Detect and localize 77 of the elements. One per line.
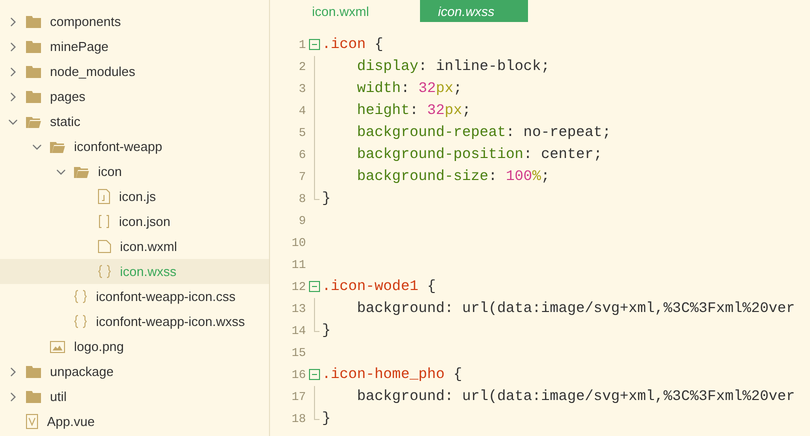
chevron-down-icon[interactable] — [8, 116, 18, 126]
line-number: 14 — [290, 324, 306, 338]
tree-item[interactable]: pages — [0, 84, 269, 109]
chevron-right-icon[interactable] — [8, 66, 18, 76]
fold-icon[interactable] — [309, 369, 320, 380]
tree-item[interactable]: unpackage — [0, 359, 269, 384]
braces-icon — [74, 289, 87, 304]
folder-icon — [26, 90, 41, 102]
line-number: 2 — [298, 60, 306, 74]
tree-item[interactable]: icon.json — [0, 209, 269, 234]
braces-icon — [74, 314, 87, 329]
code-line: .icon-home_pho { — [322, 367, 462, 383]
line-number: 18 — [290, 412, 306, 426]
line-number: 10 — [290, 236, 306, 250]
code-line: background-size: 100%; — [356, 169, 550, 185]
tree-item[interactable]: iconfont-weapp-icon.css — [0, 284, 269, 309]
chevron-right-icon[interactable] — [8, 366, 18, 376]
tree-item[interactable]: App.vue — [0, 409, 269, 434]
open-folder-icon — [74, 166, 89, 178]
tree-item[interactable]: components — [0, 9, 269, 34]
line-number: 12 — [290, 280, 306, 294]
folder-icon — [26, 40, 41, 52]
code-line: .icon { — [322, 37, 384, 53]
brackets-icon — [98, 214, 110, 229]
code-line: background: url(data:image/svg+xml,%3C%3Fxml%20ver — [356, 301, 795, 317]
tree-item[interactable]: iconfont-weapp-icon.wxss — [0, 309, 269, 334]
code-line: background: url(data:image/svg+xml,%3C%3Fxml%20ver — [356, 389, 795, 405]
open-folder-icon — [26, 116, 41, 128]
folder-icon — [26, 66, 41, 78]
js-file-icon — [98, 189, 110, 204]
tree-item[interactable]: iconfont-weapp — [0, 134, 269, 159]
code-line: height: 32px; — [356, 103, 471, 119]
tree-item[interactable]: minePage — [0, 34, 269, 59]
chevron-down-icon[interactable] — [32, 142, 42, 152]
tree-item[interactable]: node_modules — [0, 59, 269, 84]
code-line: background-repeat: no-repeat; — [356, 125, 612, 141]
tree-item[interactable]: icon.js — [0, 184, 269, 209]
code-line: .icon-wode1 { — [322, 279, 436, 295]
folder-icon — [26, 366, 41, 378]
code-line: background-position: center; — [356, 147, 602, 163]
line-number: 4 — [298, 104, 306, 118]
line-number: 3 — [298, 82, 306, 96]
folder-icon — [26, 16, 41, 28]
open-folder-icon — [50, 140, 65, 152]
line-number: 11 — [290, 258, 306, 272]
code-line: } — [322, 323, 331, 339]
line-number: 15 — [290, 346, 306, 360]
line-number: 16 — [290, 368, 306, 382]
line-number: 9 — [298, 214, 306, 228]
chevron-right-icon[interactable] — [8, 42, 18, 52]
code-line: width: 32px; — [356, 81, 462, 97]
tree-item[interactable]: logo.png — [0, 334, 269, 359]
chevron-right-icon[interactable] — [8, 16, 18, 26]
vue-file-icon — [26, 414, 38, 429]
braces-icon — [98, 264, 111, 279]
chevron-right-icon[interactable] — [8, 92, 18, 102]
fold-icon[interactable] — [309, 281, 320, 292]
tree-item[interactable]: util — [0, 384, 269, 409]
chevron-down-icon[interactable] — [56, 166, 66, 176]
chevron-right-icon[interactable] — [8, 392, 18, 402]
code-line: } — [322, 411, 331, 427]
line-number: 5 — [298, 126, 306, 140]
tree-item[interactable]: icon.wxml — [0, 234, 269, 259]
file-icon — [98, 240, 111, 253]
line-number: 8 — [298, 192, 306, 206]
folder-icon — [26, 390, 41, 402]
tree-item[interactable]: static — [0, 109, 269, 134]
code-line: } — [322, 191, 331, 207]
line-number: 1 — [298, 38, 306, 52]
code-line: display: inline-block; — [356, 59, 550, 75]
line-number: 13 — [290, 302, 306, 316]
image-icon — [50, 340, 65, 352]
fold-icon[interactable] — [309, 39, 320, 50]
line-number: 7 — [298, 170, 306, 184]
tree-item[interactable]: icon — [0, 159, 269, 184]
line-number: 17 — [290, 390, 306, 404]
line-number: 6 — [298, 148, 306, 162]
